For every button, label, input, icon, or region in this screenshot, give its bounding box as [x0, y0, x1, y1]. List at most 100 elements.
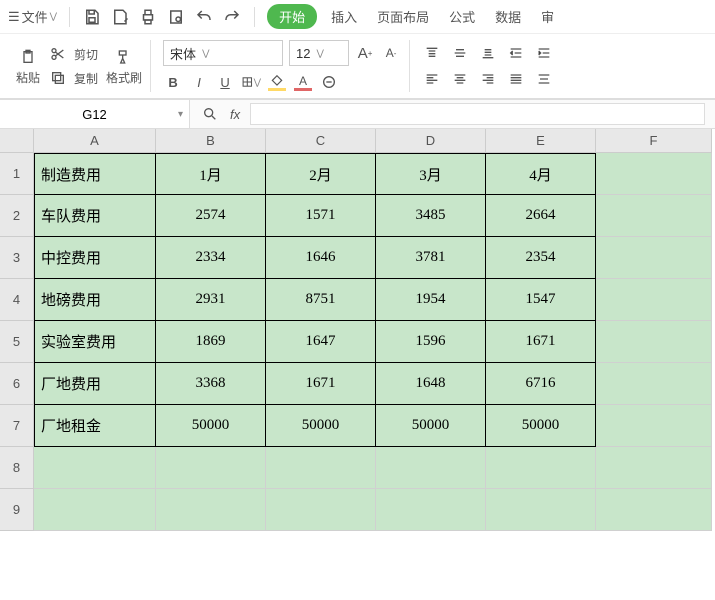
decrease-indent-icon[interactable]: [506, 43, 526, 63]
font-name-select[interactable]: 宋体⋁: [163, 40, 283, 66]
cell[interactable]: 1671: [486, 321, 596, 363]
undo-icon[interactable]: [194, 7, 214, 27]
cell[interactable]: 6716: [486, 363, 596, 405]
cell[interactable]: 实验室费用: [34, 321, 156, 363]
cell[interactable]: [596, 153, 712, 195]
cell[interactable]: 50000: [266, 405, 376, 447]
tab-formulas[interactable]: 公式: [443, 7, 481, 26]
cell[interactable]: 2月: [266, 153, 376, 195]
decrease-font-icon[interactable]: A-: [381, 43, 401, 63]
cell[interactable]: 制造费用: [34, 153, 156, 195]
cell[interactable]: 地磅费用: [34, 279, 156, 321]
redo-icon[interactable]: [222, 7, 242, 27]
cell[interactable]: [596, 321, 712, 363]
row-header[interactable]: 1: [0, 153, 34, 195]
cell[interactable]: 1547: [486, 279, 596, 321]
increase-font-icon[interactable]: A+: [355, 43, 375, 63]
cell[interactable]: [156, 489, 266, 531]
search-icon[interactable]: [200, 104, 220, 124]
cell[interactable]: 1869: [156, 321, 266, 363]
save-icon[interactable]: [82, 7, 102, 27]
cell[interactable]: 1596: [376, 321, 486, 363]
tab-start[interactable]: 开始: [267, 4, 317, 29]
cell[interactable]: [266, 489, 376, 531]
cell[interactable]: 1648: [376, 363, 486, 405]
spreadsheet[interactable]: ABCDEF1制造费用1月2月3月4月2车队费用2574157134852664…: [0, 129, 715, 531]
cell[interactable]: 厂地租金: [34, 405, 156, 447]
cell[interactable]: [596, 195, 712, 237]
format-painter-button[interactable]: 格式刷: [106, 47, 142, 86]
copy-button[interactable]: 复制: [48, 68, 98, 88]
tab-data[interactable]: 数据: [489, 7, 527, 26]
col-header[interactable]: D: [376, 129, 486, 153]
cell[interactable]: 中控费用: [34, 237, 156, 279]
cell[interactable]: [596, 405, 712, 447]
save-as-icon[interactable]: [110, 7, 130, 27]
cell[interactable]: 2664: [486, 195, 596, 237]
row-header[interactable]: 7: [0, 405, 34, 447]
cell[interactable]: 50000: [486, 405, 596, 447]
fx-icon[interactable]: fx: [230, 107, 240, 122]
distribute-icon[interactable]: [534, 69, 554, 89]
row-header[interactable]: 8: [0, 447, 34, 489]
cell[interactable]: 8751: [266, 279, 376, 321]
cell[interactable]: 2334: [156, 237, 266, 279]
cell[interactable]: 4月: [486, 153, 596, 195]
cell[interactable]: [34, 489, 156, 531]
cut-button[interactable]: 剪切: [48, 44, 98, 64]
underline-icon[interactable]: U: [215, 72, 235, 92]
cell[interactable]: [266, 447, 376, 489]
italic-icon[interactable]: I: [189, 72, 209, 92]
borders-icon[interactable]: ⋁: [241, 72, 261, 92]
align-top-icon[interactable]: [422, 43, 442, 63]
name-box-input[interactable]: [0, 106, 189, 123]
select-all-corner[interactable]: [0, 129, 34, 153]
row-header[interactable]: 2: [0, 195, 34, 237]
name-box[interactable]: ▾: [0, 100, 190, 128]
cell[interactable]: [376, 447, 486, 489]
fill-color-icon[interactable]: [267, 72, 287, 92]
tab-review[interactable]: 审: [535, 7, 560, 26]
cell[interactable]: 1671: [266, 363, 376, 405]
print-icon[interactable]: [138, 7, 158, 27]
align-center-icon[interactable]: [450, 69, 470, 89]
row-header[interactable]: 3: [0, 237, 34, 279]
formula-input[interactable]: [250, 103, 705, 125]
cell[interactable]: [596, 447, 712, 489]
font-size-select[interactable]: 12⋁: [289, 40, 349, 66]
row-header[interactable]: 6: [0, 363, 34, 405]
cell[interactable]: [596, 279, 712, 321]
col-header[interactable]: A: [34, 129, 156, 153]
cell[interactable]: 3月: [376, 153, 486, 195]
cell[interactable]: [486, 489, 596, 531]
cell[interactable]: 50000: [156, 405, 266, 447]
cell[interactable]: 50000: [376, 405, 486, 447]
row-header[interactable]: 9: [0, 489, 34, 531]
cell[interactable]: 1646: [266, 237, 376, 279]
cell[interactable]: [156, 447, 266, 489]
align-middle-icon[interactable]: [450, 43, 470, 63]
cell[interactable]: 3781: [376, 237, 486, 279]
cell[interactable]: 3485: [376, 195, 486, 237]
cell[interactable]: 2354: [486, 237, 596, 279]
phonetic-icon[interactable]: [319, 72, 339, 92]
tab-page-layout[interactable]: 页面布局: [371, 7, 435, 26]
col-header[interactable]: E: [486, 129, 596, 153]
cell[interactable]: 1954: [376, 279, 486, 321]
paste-button[interactable]: 粘贴: [16, 47, 40, 86]
cell[interactable]: [596, 237, 712, 279]
print-preview-icon[interactable]: [166, 7, 186, 27]
justify-icon[interactable]: [506, 69, 526, 89]
align-bottom-icon[interactable]: [478, 43, 498, 63]
cell[interactable]: 1647: [266, 321, 376, 363]
app-menu-button[interactable]: ☰ 文件 ⋁: [8, 7, 57, 26]
cell[interactable]: 车队费用: [34, 195, 156, 237]
col-header[interactable]: F: [596, 129, 712, 153]
cell[interactable]: 1571: [266, 195, 376, 237]
row-header[interactable]: 5: [0, 321, 34, 363]
cell[interactable]: [596, 363, 712, 405]
col-header[interactable]: B: [156, 129, 266, 153]
tab-insert[interactable]: 插入: [325, 7, 363, 26]
cell[interactable]: [34, 447, 156, 489]
bold-icon[interactable]: B: [163, 72, 183, 92]
